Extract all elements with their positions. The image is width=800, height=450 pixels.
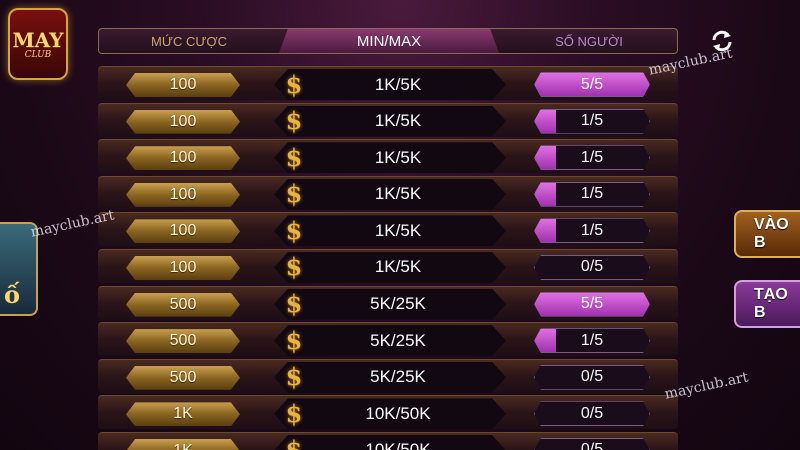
player-count-box: 0/5 [534, 437, 650, 450]
player-count-box: 0/5 [534, 254, 650, 280]
bet-value: 500 [126, 365, 240, 390]
minmax-value: 5K/25K [370, 330, 426, 350]
dollar-icon: $ [285, 106, 303, 136]
dollar-icon: $ [285, 289, 303, 319]
room-row[interactable]: 500 $ 5K/25K 1/5 [98, 322, 678, 357]
bet-value: 500 [126, 292, 240, 317]
player-count-box: 1/5 [534, 218, 650, 244]
bet-value: 100 [126, 219, 240, 244]
room-row[interactable]: 1K $ 10K/50K 0/5 [98, 395, 678, 430]
dollar-icon: $ [285, 69, 303, 99]
player-count: 0/5 [580, 368, 604, 386]
player-count: 1/5 [580, 112, 604, 130]
player-count-box: 0/5 [534, 364, 650, 390]
player-count: 0/5 [580, 404, 604, 422]
player-count-box: 1/5 [534, 328, 650, 354]
header-players: SỐ NGƯỜI [555, 33, 623, 49]
minmax-value: 10K/50K [365, 440, 431, 450]
player-count-box: 1/5 [534, 145, 650, 171]
bet-value: 100 [126, 146, 240, 171]
dollar-icon: $ [285, 142, 303, 172]
minmax-value: 1K/5K [374, 147, 422, 167]
mayclub-logo: MAY CLUB [8, 8, 68, 80]
bet-value: 1K [126, 402, 240, 427]
minmax-value: 1K/5K [374, 74, 422, 94]
room-list: 100 $ 1K/5K 5/5 100 $ 1K/5K 1/5 100 $ 1K… [98, 66, 678, 450]
bet-value: 100 [126, 109, 240, 134]
room-row[interactable]: 100 $ 1K/5K 1/5 [98, 102, 678, 137]
minmax-value: 10K/50K [365, 403, 431, 423]
player-count-box: 1/5 [534, 181, 650, 207]
bet-value: 500 [126, 329, 240, 354]
bet-value: 100 [126, 182, 240, 207]
join-room-button[interactable]: VÀO B [734, 210, 800, 258]
player-count: 0/5 [580, 441, 604, 450]
dollar-icon: $ [285, 398, 303, 428]
minmax-value: 1K/5K [374, 220, 422, 240]
player-count-box: 0/5 [534, 401, 650, 427]
logo-main-text: MAY [12, 28, 64, 52]
room-row[interactable]: 100 $ 1K/5K 1/5 [98, 212, 678, 247]
dollar-icon: $ [285, 435, 303, 450]
player-count-box: 1/5 [534, 108, 650, 134]
bet-value: 100 [126, 73, 240, 97]
player-count: 0/5 [580, 258, 604, 276]
room-row[interactable]: 500 $ 5K/25K 0/5 [98, 358, 678, 393]
dollar-icon: $ [285, 215, 303, 245]
player-count: 1/5 [580, 331, 604, 349]
player-count: 5/5 [580, 75, 604, 93]
room-row[interactable]: 500 $ 5K/25K 5/5 [98, 285, 678, 320]
minmax-value: 5K/25K [370, 294, 426, 314]
player-count: 5/5 [580, 295, 604, 313]
room-row[interactable]: 100 $ 1K/5K 5/5 [98, 66, 678, 100]
player-count: 1/5 [580, 221, 604, 239]
dollar-icon: $ [285, 362, 303, 392]
dollar-icon: $ [285, 325, 303, 355]
player-count: 1/5 [580, 148, 604, 166]
room-row[interactable]: 100 $ 1K/5K 1/5 [98, 175, 678, 210]
room-row[interactable]: 100 $ 1K/5K 0/5 [98, 248, 678, 283]
bet-value: 1K [126, 438, 240, 450]
side-card-text: ố [4, 280, 21, 309]
dollar-icon: $ [285, 179, 303, 209]
header-bet: MỨC CƯỢC [151, 33, 227, 49]
bet-value: 100 [126, 255, 240, 280]
minmax-value: 1K/5K [374, 111, 422, 131]
minmax-value: 1K/5K [374, 257, 422, 277]
header-minmax: MIN/MAX [279, 29, 499, 53]
room-row[interactable]: 100 $ 1K/5K 1/5 [98, 139, 678, 174]
table-header: MỨC CƯỢC MIN/MAX SỐ NGƯỜI [98, 28, 678, 54]
minmax-value: 5K/25K [370, 367, 426, 387]
create-room-button[interactable]: TẠO B [734, 280, 800, 328]
dollar-icon: $ [285, 252, 303, 282]
logo-sub-text: CLUB [24, 50, 52, 60]
player-count-box: 5/5 [534, 72, 650, 97]
player-count-box: 5/5 [534, 291, 650, 317]
player-count: 1/5 [580, 185, 604, 203]
room-row[interactable]: 1K $ 10K/50K 0/5 [98, 431, 678, 450]
minmax-value: 1K/5K [374, 184, 422, 204]
